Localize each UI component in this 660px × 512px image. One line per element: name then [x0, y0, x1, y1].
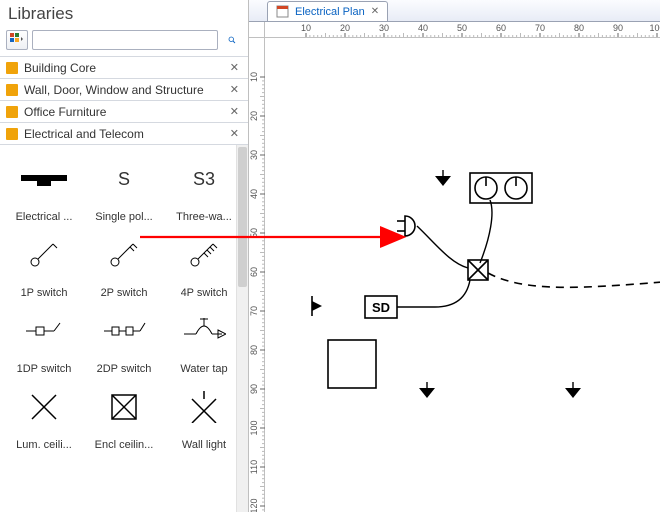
svg-text:10: 10 [249, 72, 259, 82]
library-category[interactable]: Office Furniture ✕ [0, 100, 248, 122]
close-icon[interactable]: ✕ [227, 127, 242, 140]
library-category[interactable]: Wall, Door, Window and Structure ✕ [0, 78, 248, 100]
search-button[interactable] [222, 30, 242, 50]
document-tab[interactable]: Electrical Plan ✕ [267, 1, 388, 21]
horizontal-ruler[interactable]: 10 20 30 40 50 60 70 80 90 100 [249, 22, 660, 38]
svg-text:60: 60 [496, 23, 506, 33]
library-category-label: Office Furniture [24, 105, 106, 119]
svg-text:50: 50 [249, 228, 259, 238]
shape-wall-light[interactable]: Wall light [164, 381, 244, 451]
svg-text:80: 80 [249, 345, 259, 355]
sd-label: SD [372, 300, 390, 315]
libraries-title: Libraries [0, 0, 248, 30]
svg-text:60: 60 [249, 267, 259, 277]
svg-text:90: 90 [249, 384, 259, 394]
scrollbar-thumb[interactable] [238, 147, 247, 287]
library-category-label: Building Core [24, 61, 96, 75]
shape-palette: Electrical ... SSingle pol... S3Three-wa… [0, 144, 248, 512]
shape-label: 1P switch [21, 287, 68, 299]
svg-text:90: 90 [613, 23, 623, 33]
shape-label: Water tap [180, 363, 227, 375]
library-search-input[interactable] [32, 30, 218, 50]
shape-1p-switch[interactable]: 1P switch [4, 229, 84, 299]
canvas-wrap: 10 20 30 40 50 60 70 80 90 100 110 120 [249, 38, 660, 512]
close-icon[interactable]: ✕ [227, 105, 242, 118]
svg-text:110: 110 [249, 460, 259, 474]
shape-2p-switch[interactable]: 2P switch [84, 229, 164, 299]
library-search-row [0, 30, 248, 56]
svg-text:120: 120 [249, 498, 259, 512]
close-icon[interactable]: ✕ [227, 83, 242, 96]
shape-label: Electrical ... [16, 211, 73, 223]
drawing-canvas[interactable]: SD [265, 38, 660, 512]
shape-label: Encl ceilin... [95, 439, 154, 451]
shape-label: 1DP switch [17, 363, 72, 375]
shape-label: 4P switch [181, 287, 228, 299]
svg-text:70: 70 [535, 23, 545, 33]
shape-single-pole[interactable]: SSingle pol... [84, 153, 164, 223]
folder-icon [6, 84, 18, 96]
svg-text:40: 40 [418, 23, 428, 33]
shape-label: Wall light [182, 439, 226, 451]
shape-label: 2DP switch [97, 363, 152, 375]
svg-text:20: 20 [340, 23, 350, 33]
svg-text:100: 100 [649, 23, 660, 33]
svg-text:30: 30 [379, 23, 389, 33]
library-category-label: Electrical and Telecom [24, 127, 144, 141]
document-icon [276, 5, 289, 18]
svg-text:100: 100 [249, 420, 259, 435]
app-root: Libraries Building Core ✕ Wall, Door, Wi… [0, 0, 660, 512]
tab-label: Electrical Plan [295, 6, 365, 18]
document-tabbar: Electrical Plan ✕ [249, 0, 660, 22]
libraries-panel: Libraries Building Core ✕ Wall, Door, Wi… [0, 0, 249, 512]
folder-icon [6, 106, 18, 118]
shape-lum-ceiling[interactable]: Lum. ceili... [4, 381, 84, 451]
canvas-content: SD [265, 38, 660, 512]
close-icon[interactable]: ✕ [227, 61, 242, 74]
shape-grid: Electrical ... SSingle pol... S3Three-wa… [0, 145, 248, 512]
library-category[interactable]: Building Core ✕ [0, 56, 248, 78]
shape-label: Single pol... [95, 211, 152, 223]
folder-icon [6, 62, 18, 74]
svg-text:10: 10 [301, 23, 311, 33]
main-area: Electrical Plan ✕ 102030405060708090100 … [249, 0, 660, 512]
palette-scrollbar[interactable] [236, 145, 248, 512]
library-category[interactable]: Electrical and Telecom ✕ [0, 122, 248, 144]
shape-water-tap[interactable]: Water tap [164, 305, 244, 375]
shape-encl-ceiling[interactable]: Encl ceilin... [84, 381, 164, 451]
svg-text:70: 70 [249, 306, 259, 316]
folder-icon [6, 128, 18, 140]
shape-label: 2P switch [101, 287, 148, 299]
svg-text:80: 80 [574, 23, 584, 33]
shape-1dp-switch[interactable]: 1DP switch [4, 305, 84, 375]
library-category-label: Wall, Door, Window and Structure [24, 83, 204, 97]
shape-4p-switch[interactable]: 4P switch [164, 229, 244, 299]
shape-three-way[interactable]: S3Three-wa... [164, 153, 244, 223]
shape-label: Three-wa... [176, 211, 232, 223]
svg-text:50: 50 [457, 23, 467, 33]
close-icon[interactable]: ✕ [371, 6, 379, 17]
library-palette-dropdown[interactable] [6, 30, 28, 50]
shape-2dp-switch[interactable]: 2DP switch [84, 305, 164, 375]
search-icon [228, 32, 236, 48]
shape-electrical[interactable]: Electrical ... [4, 153, 84, 223]
svg-text:30: 30 [249, 150, 259, 160]
svg-text:40: 40 [249, 189, 259, 199]
svg-text:20: 20 [249, 111, 259, 121]
vertical-ruler[interactable]: 10 20 30 40 50 60 70 80 90 100 110 120 [249, 38, 265, 512]
shape-label: Lum. ceili... [16, 439, 72, 451]
